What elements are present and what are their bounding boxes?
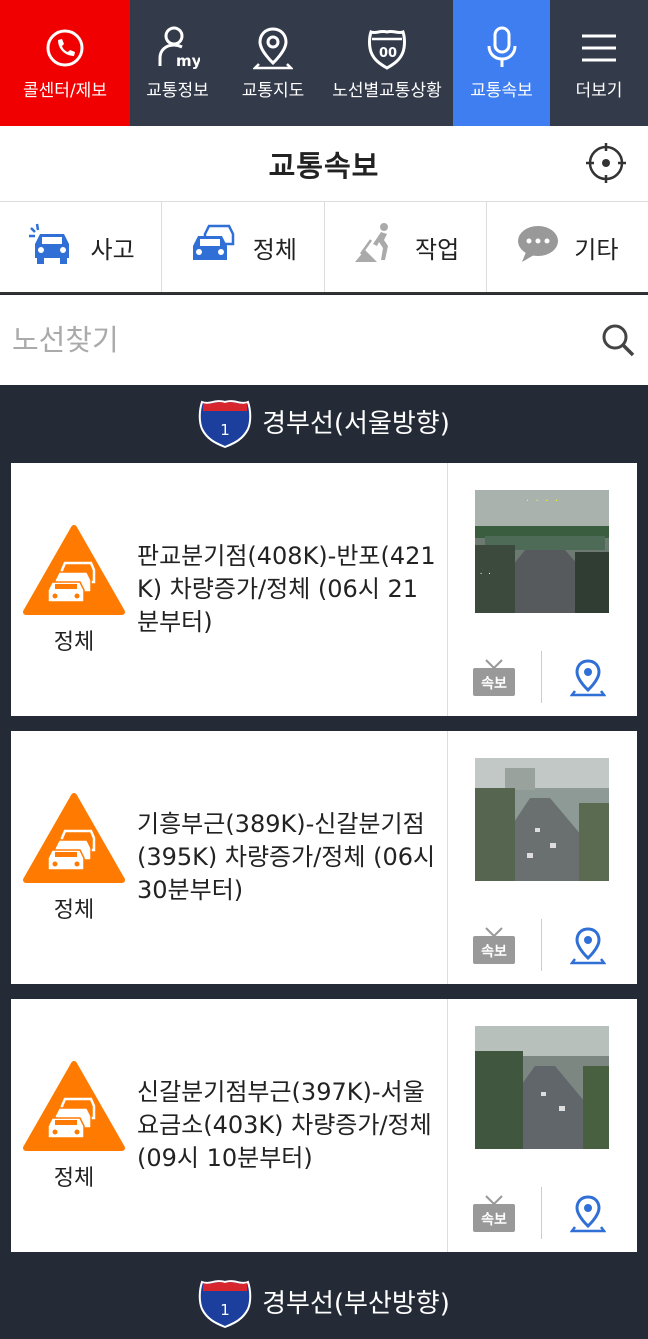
card-info: 정체 신갈분기점부근(397K)-서울요금소(403K) 차량증가/정체 (09…	[11, 999, 448, 1252]
cctv-thumbnail[interactable]	[475, 758, 609, 881]
nav-traffic-flash[interactable]: 교통속보	[453, 0, 550, 126]
congestion-warning: 정체	[11, 524, 137, 656]
search-icon[interactable]	[600, 322, 636, 358]
traffic-alert-card[interactable]: 정체 신갈분기점부근(397K)-서울요금소(403K) 차량증가/정체 (09…	[11, 999, 637, 1252]
my-user-icon: my	[156, 26, 200, 70]
svg-text:속보: 속보	[481, 944, 507, 960]
route-header: 1 경부선(부산방향)	[0, 1266, 648, 1336]
category-accident[interactable]: 사고	[0, 202, 163, 292]
nav-label: 더보기	[575, 81, 623, 101]
warning-triangle-icon	[22, 792, 126, 888]
nav-label: 콜센터/제보	[23, 81, 107, 101]
nav-more[interactable]: 더보기	[550, 0, 648, 126]
roadwork-icon	[351, 222, 401, 272]
action-divider	[541, 651, 542, 703]
speech-bubble-icon	[516, 224, 560, 270]
action-divider	[541, 919, 542, 971]
category-tabs: 사고 정체 작업 기타	[0, 202, 648, 294]
page-title: 교통속보	[268, 148, 380, 183]
cctv-thumbnail[interactable]: · · · · · ·	[475, 490, 609, 613]
congestion-warning: 정체	[11, 1060, 137, 1192]
svg-text:1: 1	[220, 1301, 230, 1319]
svg-text:속보: 속보	[481, 1212, 507, 1228]
alert-type: 정체	[53, 629, 95, 655]
category-congestion[interactable]: 정체	[162, 202, 325, 292]
flash-news-button[interactable]: 속보	[472, 658, 516, 698]
card-info: 정체 기흥부근(389K)-신갈분기점(395K) 차량증가/정체 (06시 3…	[11, 731, 448, 984]
category-other[interactable]: 기타	[487, 202, 648, 292]
map-pin-icon	[253, 26, 293, 70]
nav-label: 노선별교통상황	[332, 81, 442, 101]
location-pin-button[interactable]	[569, 1195, 607, 1233]
traffic-alert-card[interactable]: 정체 판교분기점(408K)-반포(421K) 차량증가/정체 (06시 21분…	[11, 463, 637, 716]
alert-type: 정체	[53, 1165, 95, 1191]
alert-description: 판교분기점(408K)-반포(421K) 차량증가/정체 (06시 21분부터)	[137, 542, 436, 636]
category-roadwork[interactable]: 작업	[325, 202, 487, 292]
traffic-alert-card[interactable]: 정체 기흥부근(389K)-신갈분기점(395K) 차량증가/정체 (06시 3…	[11, 731, 637, 984]
congestion-warning: 정체	[11, 792, 137, 924]
location-pin-button[interactable]	[569, 927, 607, 965]
card-actions: 속보	[448, 731, 637, 984]
svg-text:속보: 속보	[481, 676, 507, 692]
action-divider	[541, 1187, 542, 1239]
route-search-bar	[0, 295, 648, 385]
microphone-icon	[484, 26, 520, 70]
route-header: 1 경부선(서울방향)	[0, 386, 648, 456]
route-search-input[interactable]	[12, 323, 572, 357]
card-actions: 속보	[448, 999, 637, 1252]
alert-description: 신갈분기점부근(397K)-서울요금소(403K) 차량증가/정체 (09시 1…	[137, 1078, 432, 1172]
route-name: 경부선(서울방향)	[262, 408, 450, 439]
hamburger-icon	[579, 26, 619, 70]
nav-label: 교통지도	[241, 81, 305, 101]
alert-type: 정체	[53, 897, 95, 923]
category-label: 정체	[252, 235, 297, 264]
title-bar: 교통속보	[0, 126, 648, 202]
phone-icon	[45, 26, 85, 70]
card-info: 정체 판교분기점(408K)-반포(421K) 차량증가/정체 (06시 21분…	[11, 463, 448, 716]
nav-call-center[interactable]: 콜센터/제보	[0, 0, 130, 126]
category-label: 작업	[415, 235, 460, 264]
svg-text:1: 1	[220, 421, 230, 439]
page: 콜센터/제보 my 교통정보 교통지도 00 노선별교통상황 교통속보 더보기 …	[0, 0, 648, 1339]
warning-triangle-icon	[22, 524, 126, 620]
category-label: 사고	[90, 235, 135, 264]
location-pin-button[interactable]	[569, 659, 607, 697]
highway-shield-icon: 00	[367, 26, 407, 70]
route-shield-icon: 1	[198, 1274, 252, 1329]
route-shield-icon: 1	[198, 394, 252, 449]
locate-icon[interactable]	[586, 143, 626, 183]
nav-label: 교통속보	[470, 81, 533, 101]
svg-text:my: my	[176, 52, 200, 70]
card-actions: · · · · · · 속보	[448, 463, 637, 716]
route-name: 경부선(부산방향)	[262, 1288, 450, 1319]
category-label: 기타	[574, 235, 619, 264]
warning-triangle-icon	[22, 1060, 126, 1156]
flash-news-button[interactable]: 속보	[472, 1194, 516, 1234]
flash-news-button[interactable]: 속보	[472, 926, 516, 966]
svg-text:00: 00	[379, 46, 397, 61]
nav-label: 교통정보	[146, 81, 209, 101]
nav-traffic-map[interactable]: 교통지도	[225, 0, 321, 126]
alert-description: 기흥부근(389K)-신갈분기점(395K) 차량증가/정체 (06시 30분부…	[137, 810, 436, 904]
top-nav: 콜센터/제보 my 교통정보 교통지도 00 노선별교통상황 교통속보 더보기	[0, 0, 648, 126]
accident-car-icon	[27, 222, 77, 272]
nav-traffic-info[interactable]: my 교통정보	[130, 0, 225, 126]
congestion-cars-icon	[189, 222, 239, 272]
cctv-thumbnail[interactable]	[475, 1026, 609, 1149]
nav-route-traffic[interactable]: 00 노선별교통상황	[321, 0, 453, 126]
